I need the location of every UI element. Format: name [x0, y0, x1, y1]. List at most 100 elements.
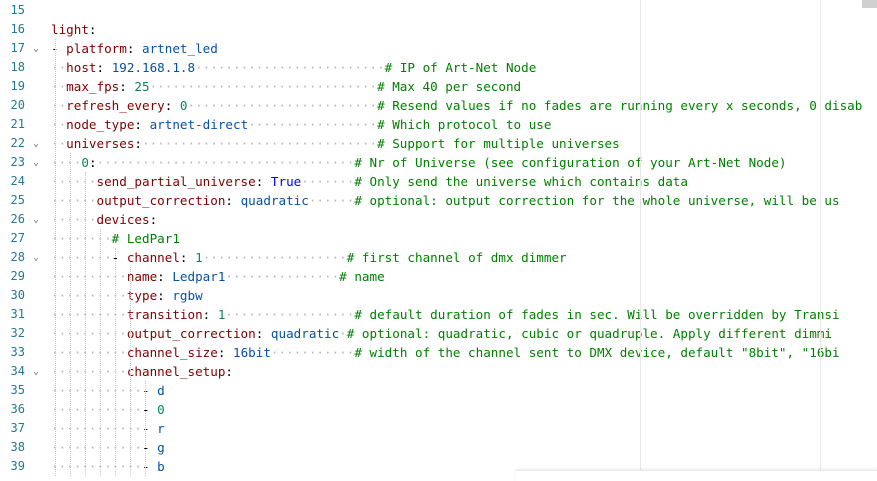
- code-line[interactable]: ············- g: [51, 438, 877, 457]
- line-number: 26: [10, 212, 25, 226]
- whitespace-dots: ············: [51, 421, 142, 436]
- code-token: output_correction: [96, 193, 226, 208]
- code-token: g: [157, 440, 165, 455]
- code-line[interactable]: light:: [51, 20, 877, 39]
- fold-chevron-icon[interactable]: ⌄: [33, 210, 45, 229]
- fold-chevron-icon[interactable]: ⌄: [33, 134, 45, 153]
- line-number: 38: [10, 440, 25, 454]
- code-token: artnet_led: [142, 41, 218, 56]
- code-line[interactable]: ··refresh_every: 0······················…: [51, 96, 877, 115]
- line-number-gutter: 15 16 17 ⌄ 18 19 20 21 22 ⌄ 23 ⌄ 24 25 26 ⌄ 27 28 ⌄ 29 30 31 3…: [0, 0, 44, 481]
- code-area[interactable]: light: - platform: artnet_led ··host: 192.…: [51, 0, 877, 481]
- code-line[interactable]: ······send_partial_universe: True·······…: [51, 172, 877, 191]
- line-number: 23: [10, 155, 25, 169]
- code-token: host: [66, 60, 97, 75]
- code-comment: # Support for multiple universes: [377, 136, 620, 151]
- line-number: 31: [10, 307, 25, 321]
- fold-chevron-icon[interactable]: ⌄: [33, 248, 45, 267]
- code-line[interactable]: ············- d: [51, 381, 877, 400]
- whitespace-dots: ··: [51, 136, 67, 151]
- code-line[interactable]: ··········output_correction: quadratic·#…: [51, 324, 877, 343]
- whitespace-dots: ········: [51, 250, 112, 265]
- indent-guide: [145, 381, 146, 476]
- bottom-panel-edge: [516, 470, 877, 481]
- fold-chevron-icon[interactable]: ⌄: [33, 362, 45, 381]
- code-line[interactable]: ··node_type: artnet-direct··············…: [51, 115, 877, 134]
- code-line[interactable]: ······output_correction: quadratic······…: [51, 191, 877, 210]
- code-line[interactable]: [51, 1, 877, 20]
- line-number: 29: [10, 269, 25, 283]
- code-line[interactable]: ··········name: Ledpar1···············# …: [51, 267, 877, 286]
- code-token: b: [157, 459, 165, 474]
- whitespace-dots: ··································: [96, 155, 355, 170]
- line-number: 35: [10, 383, 25, 397]
- code-line[interactable]: ··host: 192.168.1.8·····················…: [51, 58, 877, 77]
- code-token: :: [255, 174, 271, 189]
- code-token: :: [88, 155, 97, 170]
- code-token: 25: [134, 79, 150, 94]
- code-line[interactable]: ············- r: [51, 419, 877, 438]
- code-token: :: [126, 41, 143, 56]
- vertical-scrollbar[interactable]: [862, 0, 877, 481]
- code-line[interactable]: ········# LedPar1: [51, 229, 877, 248]
- code-token: -: [111, 250, 127, 265]
- code-token: devices: [96, 212, 150, 227]
- code-comment: # optional: quadratic, cubic or quadrupl…: [346, 326, 833, 341]
- code-line[interactable]: - platform: artnet_led: [51, 39, 877, 58]
- code-comment: # optional: output correction for the wh…: [354, 193, 840, 208]
- code-token: :: [225, 193, 241, 208]
- line-number: 20: [10, 98, 25, 112]
- whitespace-dots: ·························: [187, 98, 378, 113]
- code-token: :: [96, 60, 112, 75]
- indent-guide: [70, 153, 71, 476]
- code-line[interactable]: ············- 0: [51, 400, 877, 419]
- code-token: send_partial_universe: [96, 174, 256, 189]
- code-token: universes: [66, 136, 135, 151]
- whitespace-dots: ·················: [248, 117, 378, 132]
- code-line[interactable]: ········- channel: 1···················#…: [51, 248, 877, 267]
- whitespace-dots: ······························: [149, 79, 378, 94]
- whitespace-dots: ······: [51, 193, 97, 208]
- code-token: 16bit: [233, 345, 271, 360]
- code-token: type: [126, 288, 158, 303]
- whitespace-dots: ·······························: [142, 136, 378, 151]
- code-token: :: [255, 326, 271, 341]
- code-token: rgbw: [172, 288, 203, 303]
- whitespace-dots: ···············: [225, 269, 340, 284]
- code-token: d: [157, 383, 165, 398]
- code-token: 0: [179, 98, 188, 113]
- line-number: 36: [10, 402, 25, 416]
- line-number: 33: [10, 345, 25, 359]
- column-ruler-1: [640, 0, 641, 481]
- code-line[interactable]: ··universes:····························…: [51, 134, 877, 153]
- code-line[interactable]: ··········transition: 1·················…: [51, 305, 877, 324]
- code-token: :: [179, 250, 196, 265]
- whitespace-dots: ······: [308, 193, 355, 208]
- code-line[interactable]: ··max_fps: 25···························…: [51, 77, 877, 96]
- code-token: node_type: [66, 117, 135, 132]
- line-number: 19: [10, 79, 25, 93]
- code-editor[interactable]: 15 16 17 ⌄ 18 19 20 21 22 ⌄ 23 ⌄ 24 25 26 ⌄ 27 28 ⌄ 29 30 31 3…: [0, 0, 877, 481]
- code-line[interactable]: ····0:··································…: [51, 153, 877, 172]
- code-comment: # LedPar1: [111, 231, 180, 246]
- indent-guide: [55, 39, 56, 476]
- code-token: 0: [157, 402, 165, 417]
- code-line[interactable]: ··········channel_size: 16bit···········…: [51, 343, 877, 362]
- whitespace-dots: ············: [51, 402, 142, 417]
- code-token: max_fps: [66, 79, 120, 94]
- line-number: 39: [10, 459, 25, 473]
- line-number: 27: [10, 231, 25, 245]
- line-number: 17: [10, 41, 25, 55]
- line-number: 28: [10, 250, 25, 264]
- fold-chevron-icon[interactable]: ⌄: [33, 153, 45, 172]
- code-line[interactable]: ··········type: rgbw: [51, 286, 877, 305]
- code-token: :: [134, 117, 150, 132]
- code-line[interactable]: ······devices:: [51, 210, 877, 229]
- code-token: artnet-direct: [149, 117, 249, 132]
- code-line[interactable]: ··········channel_setup:: [51, 362, 877, 381]
- whitespace-dots: ······: [51, 174, 97, 189]
- code-token: :: [217, 345, 233, 360]
- code-token: channel: [126, 250, 180, 265]
- scrollbar-thumb[interactable]: [862, 0, 877, 8]
- fold-chevron-icon[interactable]: ⌄: [33, 39, 45, 58]
